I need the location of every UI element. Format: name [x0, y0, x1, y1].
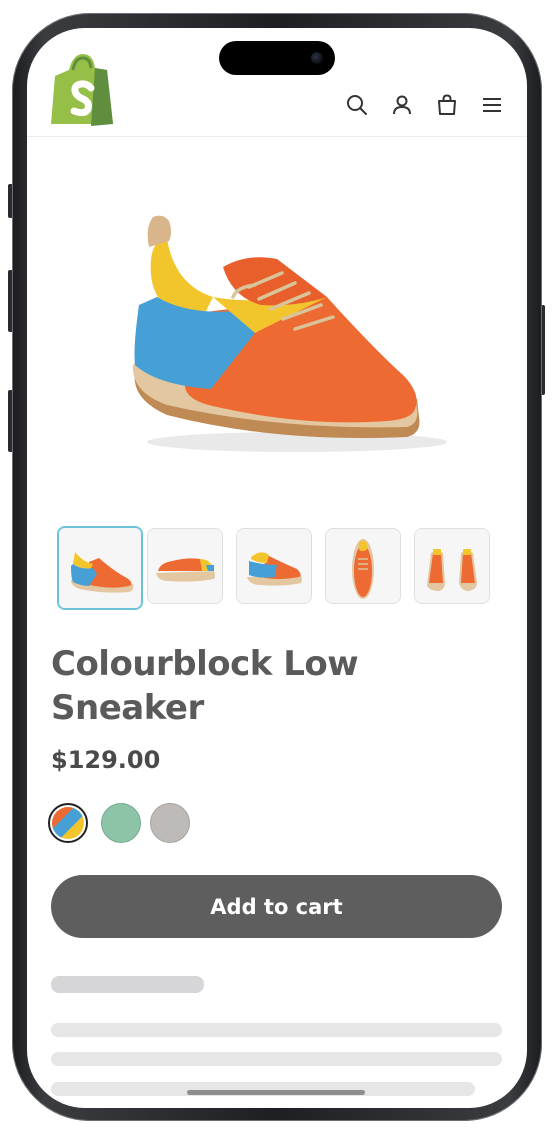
thumbnail-image: [415, 529, 489, 603]
thumbnail-three-quarter-view[interactable]: [57, 526, 143, 610]
product-image[interactable]: [27, 137, 527, 517]
thumbnail-image: [148, 529, 222, 603]
add-to-cart-button[interactable]: Add to cart: [51, 875, 502, 938]
store-header: [27, 28, 527, 137]
color-swatch-multicolor[interactable]: [48, 803, 88, 843]
color-swatch-green[interactable]: [101, 803, 141, 843]
thumbnail-top-view[interactable]: [325, 528, 401, 604]
thumbnail-image: [326, 529, 400, 603]
shopify-logo-icon[interactable]: [47, 52, 117, 128]
cart-icon[interactable]: [435, 93, 459, 117]
menu-icon[interactable]: [480, 93, 504, 117]
multicolor-swatch-fill: [52, 807, 84, 839]
thumbnail-side-view[interactable]: [147, 528, 223, 604]
thumbnail-rear-view[interactable]: [236, 528, 312, 604]
color-swatch-grey[interactable]: [150, 803, 190, 843]
product-title: Colourblock Low Sneaker: [51, 644, 359, 728]
search-icon[interactable]: [345, 93, 369, 117]
skeleton-line: [51, 1023, 502, 1037]
skeleton-line: [51, 1052, 502, 1066]
thumbnail-image: [237, 529, 311, 603]
phone-screen: Colourblock Low Sneaker $129.00 Add to c…: [27, 28, 527, 1108]
thumbnail-strip: [57, 526, 497, 610]
thumbnail-pair-view[interactable]: [414, 528, 490, 604]
product-price: $129.00: [51, 746, 161, 774]
account-icon[interactable]: [390, 93, 414, 117]
home-indicator[interactable]: [187, 1090, 365, 1095]
skeleton-heading: [51, 976, 204, 993]
thumbnail-image: [59, 528, 141, 608]
